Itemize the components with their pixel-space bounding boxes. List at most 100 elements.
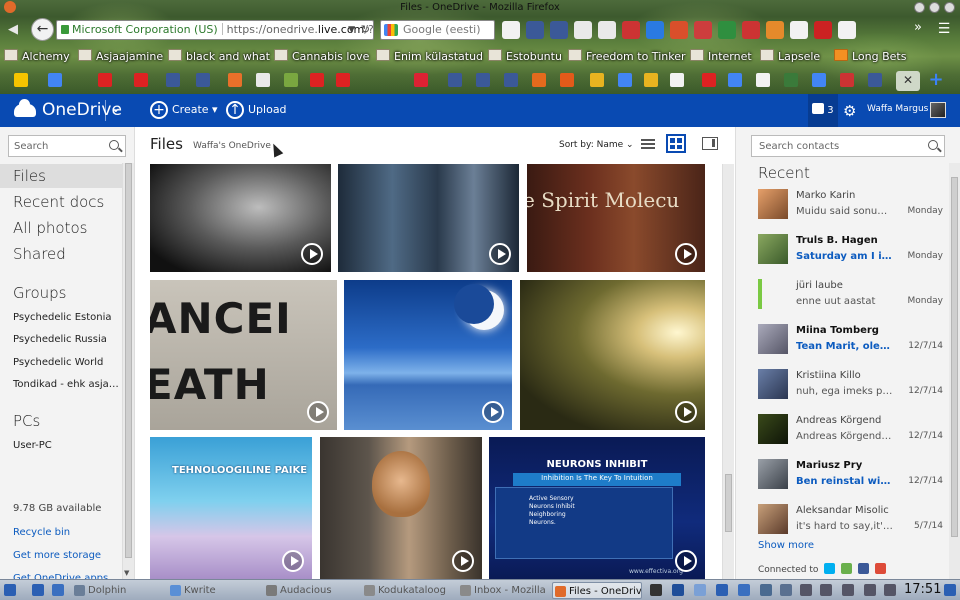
play-icon[interactable] xyxy=(452,550,474,572)
scrollbar-thumb[interactable] xyxy=(725,474,732,532)
forward-icon[interactable]: ◀ xyxy=(8,22,18,37)
site-tab-icon[interactable] xyxy=(590,73,604,87)
video-tile[interactable]: TEHNOLOOGILINE PAIKE xyxy=(150,437,312,579)
tray-icon[interactable] xyxy=(780,584,792,596)
tray-icon[interactable] xyxy=(694,584,706,596)
recycle-bin-link[interactable]: Recycle bin xyxy=(0,523,122,543)
nav-shared[interactable]: Shared xyxy=(0,242,122,266)
contact-item[interactable]: Mariusz Pry Ben reinstal windo... 12/7/1… xyxy=(758,459,943,499)
search-bar[interactable]: Google (eesti) xyxy=(380,20,495,40)
get-apps-link[interactable]: Get OneDrive apps xyxy=(0,569,122,579)
facebook-tab-icon[interactable] xyxy=(448,73,462,87)
close-tab-icon[interactable]: ✕ xyxy=(896,71,920,91)
back-button[interactable]: ← xyxy=(31,18,54,41)
google-tab-icon[interactable] xyxy=(48,73,62,87)
gear-icon[interactable]: ⚙ xyxy=(843,102,856,120)
show-more-link[interactable]: Show more xyxy=(758,540,814,551)
video-tile[interactable] xyxy=(150,164,331,272)
addon-icon[interactable] xyxy=(670,21,688,39)
google-tab-icon[interactable] xyxy=(812,73,826,87)
facebook-icon[interactable] xyxy=(550,21,568,39)
video-tile[interactable] xyxy=(344,280,512,430)
taskbar-item-kodukataloog[interactable]: Kodukataloog xyxy=(362,582,456,599)
nav-group-item[interactable]: Psychedelic Estonia xyxy=(0,308,122,328)
addon-icon[interactable] xyxy=(766,21,784,39)
google-tab-icon[interactable] xyxy=(618,73,632,87)
youtube-tab-icon[interactable] xyxy=(98,73,112,87)
maximize-button[interactable] xyxy=(929,2,940,13)
wikipedia-tab-icon[interactable] xyxy=(756,73,770,87)
downloads-icon[interactable] xyxy=(598,21,616,39)
nav-files[interactable]: Files xyxy=(0,164,122,188)
search-icon[interactable] xyxy=(109,140,119,150)
addon-icon[interactable] xyxy=(742,21,760,39)
nav-recent-docs[interactable]: Recent docs xyxy=(0,190,122,214)
youtube-tab-icon[interactable] xyxy=(336,73,350,87)
screen-icon[interactable] xyxy=(650,584,662,596)
left-scrollbar[interactable]: ▼ xyxy=(122,163,134,579)
contact-item[interactable]: Miina Tomberg Tean Marit, olen lu... 12/… xyxy=(758,324,943,364)
scrollbar-thumb[interactable] xyxy=(125,163,132,558)
bookmark-feed[interactable]: Long Bets xyxy=(834,49,906,63)
bookmark-folder[interactable]: black and what xyxy=(168,49,270,63)
details-pane-icon[interactable] xyxy=(702,137,718,150)
nav-all-photos[interactable]: All photos xyxy=(0,216,122,240)
facebook-tab-icon[interactable] xyxy=(504,73,518,87)
bookmark-folder[interactable]: Freedom to Tinker xyxy=(568,49,685,63)
facebook-icon[interactable] xyxy=(526,21,544,39)
play-icon[interactable] xyxy=(307,401,329,423)
bookmark-folder[interactable]: Internet xyxy=(690,49,752,63)
play-icon[interactable] xyxy=(482,401,504,423)
facebook-tab-icon[interactable] xyxy=(196,73,210,87)
skype-icon[interactable] xyxy=(824,563,836,574)
play-icon[interactable] xyxy=(489,243,511,265)
contact-item[interactable]: Andreas Körgend Andreas Körgend s... 12/… xyxy=(758,414,943,454)
video-tile[interactable] xyxy=(520,280,705,430)
taskbar-item-kwrite[interactable]: Kwrite xyxy=(168,582,260,599)
bookmark-folder[interactable]: Alchemy xyxy=(4,49,70,63)
url-bar[interactable]: Microsoft Corporation (US) https://onedri… xyxy=(56,20,374,40)
start-menu-icon[interactable] xyxy=(4,584,16,596)
volume-icon[interactable] xyxy=(820,584,832,596)
bookmark-folder[interactable]: Lapsele xyxy=(760,49,820,63)
avatar[interactable] xyxy=(930,102,946,118)
addon-icon[interactable] xyxy=(718,21,736,39)
search-input[interactable]: Search xyxy=(8,135,126,157)
addon-icon[interactable] xyxy=(814,21,832,39)
launcher-icon[interactable] xyxy=(32,584,44,596)
tray-icon[interactable] xyxy=(760,584,772,596)
facebook-tab-icon[interactable] xyxy=(868,73,882,87)
bookmark-folder[interactable]: Estobuntu xyxy=(488,49,562,63)
youtube-tab-icon[interactable] xyxy=(134,73,148,87)
launcher-icon[interactable] xyxy=(52,584,64,596)
wikipedia-tab-icon[interactable] xyxy=(670,73,684,87)
minimize-button[interactable] xyxy=(914,2,925,13)
bookmark-folder[interactable]: Enim külastatud xyxy=(376,49,483,63)
wifi-icon[interactable] xyxy=(884,584,896,596)
search-icon[interactable] xyxy=(928,140,938,150)
create-button[interactable]: + Create ▾ xyxy=(150,101,218,119)
scroll-down-icon[interactable]: ▼ xyxy=(124,569,129,577)
toolbar-overflow-icon[interactable]: » xyxy=(914,20,922,35)
new-tab-icon[interactable]: + xyxy=(926,71,946,91)
nav-group-item[interactable]: Psychedelic Russia xyxy=(0,330,122,350)
list-view-icon[interactable] xyxy=(641,137,655,151)
contacts-scrollbar[interactable] xyxy=(949,163,960,579)
contact-item[interactable]: Aleksandar Misolic it's hard to say,it's… xyxy=(758,504,943,544)
messenger-icon[interactable] xyxy=(841,563,853,574)
site-tab-icon[interactable] xyxy=(284,73,298,87)
addon-icon[interactable] xyxy=(694,21,712,39)
site-tab-icon[interactable] xyxy=(560,73,574,87)
video-tile[interactable]: ANCEI EATH xyxy=(150,280,337,430)
network-icon[interactable] xyxy=(842,584,854,596)
clock[interactable]: 17:51 xyxy=(904,582,941,597)
url-history-dropdown-icon[interactable]: ▼ xyxy=(348,21,355,39)
facebook-tab-icon[interactable] xyxy=(166,73,180,87)
video-tile[interactable]: NEURONS INHIBIT Inhibition Is The Key To… xyxy=(489,437,705,579)
bookmark-folder[interactable]: Asjaajamine xyxy=(78,49,163,63)
main-scrollbar[interactable] xyxy=(722,164,734,579)
tray-icon[interactable] xyxy=(944,584,956,596)
contact-item[interactable]: jüri laube enne uut aastat Monday xyxy=(758,279,943,319)
scrollbar-thumb[interactable] xyxy=(951,177,958,537)
wordpress-tab-icon[interactable] xyxy=(256,73,270,87)
